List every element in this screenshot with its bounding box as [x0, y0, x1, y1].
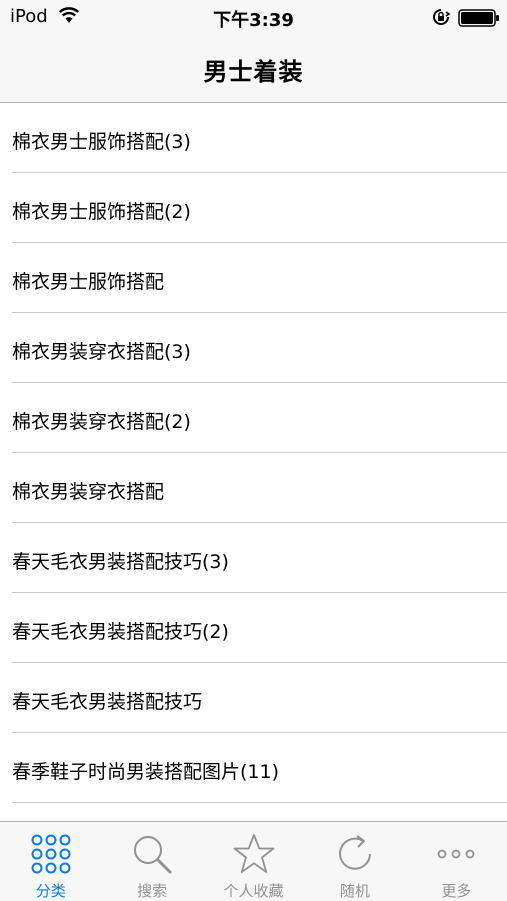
tab-label: 随机: [339, 882, 370, 900]
list-item-label: 棉衣男装穿衣搭配: [12, 481, 165, 503]
list-item-label: 棉衣男装穿衣搭配(2): [12, 411, 191, 433]
tab-favorites[interactable]: 个人收藏: [203, 822, 304, 901]
list-item[interactable]: 棉衣男士服饰搭配(2): [0, 173, 507, 243]
list-item-label: 棉衣男士服饰搭配(2): [12, 201, 191, 223]
tab-bar: 分类 搜索 个人收藏 随机 更多: [0, 821, 507, 901]
list-item[interactable]: 春季鞋子时尚男装搭配图片(11): [0, 733, 507, 803]
list-item-label: 棉衣男士服饰搭配: [12, 271, 165, 293]
tab-label: 更多: [441, 882, 472, 900]
refresh-icon: [338, 835, 371, 870]
search-icon: [134, 836, 172, 874]
list-item-label: 春天毛衣男装搭配技巧: [12, 691, 203, 713]
battery-icon: [458, 9, 500, 31]
orientation-lock-icon: [431, 8, 451, 30]
page-title: 男士着装: [203, 58, 304, 86]
list-item-label: 春天毛衣男装搭配技巧(3): [12, 551, 229, 573]
status-bar: iPod 下午3:39: [0, 0, 507, 36]
tab-label: 个人收藏: [223, 882, 284, 900]
navigation-bar: 男士着装: [0, 36, 507, 103]
list-item[interactable]: 棉衣男士服饰搭配(3): [0, 103, 507, 173]
tab-random[interactable]: 随机: [304, 822, 405, 901]
list-item[interactable]: 棉衣男装穿衣搭配: [0, 453, 507, 523]
list-item-label: 春季鞋子时尚男装搭配图片(11): [12, 761, 280, 783]
list-item[interactable]: 春天毛衣男装搭配技巧(3): [0, 523, 507, 593]
star-icon: [233, 834, 274, 873]
grid-icon: [31, 834, 71, 874]
more-icon: [437, 849, 475, 859]
tab-label: 分类: [35, 882, 66, 900]
list-item[interactable]: 春天毛衣男装搭配技巧: [0, 663, 507, 733]
list-item-label: 春天毛衣男装搭配技巧(2): [12, 621, 229, 643]
list-item[interactable]: [0, 803, 507, 821]
list-item[interactable]: 棉衣男装穿衣搭配(3): [0, 313, 507, 383]
tab-label: 搜索: [137, 882, 168, 900]
list-item[interactable]: 春天毛衣男装搭配技巧(2): [0, 593, 507, 663]
list-item-label: 棉衣男装穿衣搭配(3): [12, 341, 191, 363]
list-item[interactable]: 棉衣男装穿衣搭配(2): [0, 383, 507, 453]
tab-categories[interactable]: 分类: [0, 822, 101, 901]
tab-search[interactable]: 搜索: [101, 822, 202, 901]
list-item-label: 棉衣男士服饰搭配(3): [12, 131, 191, 153]
article-list: 棉衣男士服饰搭配(3) 棉衣男士服饰搭配(2) 棉衣男士服饰搭配 棉衣男装穿衣搭…: [0, 103, 507, 821]
list-item[interactable]: 棉衣男士服饰搭配: [0, 243, 507, 313]
tab-more[interactable]: 更多: [406, 822, 507, 901]
